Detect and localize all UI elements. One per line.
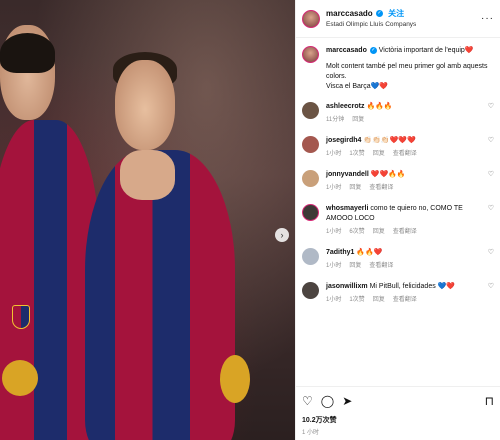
comment-username[interactable]: 7adithy1 (326, 249, 354, 256)
translate-button[interactable]: 查看翻译 (393, 151, 417, 157)
translate-button[interactable]: 查看翻译 (393, 229, 417, 235)
post-time: 1 小时 (302, 430, 320, 436)
follow-button[interactable]: 关注 (388, 9, 404, 18)
action-bar: ♡ ◯ ➤ ⊓ 10.2万次赞 1 小时 (296, 386, 500, 440)
comment-text: ❤️❤️🔥🔥 (370, 171, 406, 178)
comment-likes[interactable]: 1次赞 (349, 151, 364, 157)
caption-username[interactable]: marccasado (326, 47, 367, 54)
comment-text: 👏🏻👏🏻👏🏻❤️❤️❤️ (363, 137, 416, 144)
commenter-avatar[interactable] (302, 102, 319, 119)
comment-item: jasonwillixm Mi PitBull, felicidades 💙❤️… (302, 282, 494, 305)
commenter-avatar[interactable] (302, 248, 319, 265)
like-comment-icon[interactable]: ♡ (488, 204, 494, 212)
comment-item: ashleecrotz 🔥🔥🔥 11分钟 回复 ♡ (302, 102, 494, 125)
reply-button[interactable]: 回复 (373, 151, 385, 157)
comment-item: whosmayerli como te quiero no, COMO TE A… (302, 204, 494, 237)
comment-username[interactable]: whosmayerli (326, 205, 368, 212)
translate-button[interactable]: 查看翻译 (393, 297, 417, 303)
post-header: marccasado ✓ 关注 Estadi Olímpic Lluís Com… (296, 0, 500, 38)
caption-line: Molt content també pel meu primer gol am… (326, 63, 488, 80)
like-comment-icon[interactable]: ♡ (488, 170, 494, 178)
hands-kissing-crest (120, 150, 175, 200)
comment-text: 🔥🔥❤️ (356, 249, 383, 256)
comment-time: 11分钟 (326, 117, 345, 123)
reply-button[interactable]: 回复 (352, 117, 364, 123)
barca-crest (12, 305, 30, 329)
comment-item: jonnyvandell ❤️❤️🔥🔥 1小时 回复 查看翻译 ♡ (302, 170, 494, 193)
caption: marccasado ✓ Victòria important de l'equ… (302, 46, 494, 92)
comment-time: 1小时 (326, 151, 342, 157)
comment-time: 1小时 (326, 297, 342, 303)
reply-button[interactable]: 回复 (349, 185, 361, 191)
like-comment-icon[interactable]: ♡ (488, 282, 494, 290)
comments-list: marccasado ✓ Victòria important de l'equ… (296, 38, 500, 386)
comment-time: 1小时 (326, 263, 342, 269)
comment-likes[interactable]: 6次赞 (349, 229, 364, 235)
carousel-next-button[interactable]: › (275, 228, 289, 242)
instagram-post: › marccasado ✓ 关注 Estadi Olímpic Lluís C… (0, 0, 500, 440)
translate-button[interactable]: 查看翻译 (369, 185, 393, 191)
like-count[interactable]: 10.2万次赞 (302, 415, 494, 425)
comment-bubble-icon[interactable]: ◯ (321, 394, 334, 408)
comment-text: Mi PitBull, felicidades 💙❤️ (369, 283, 456, 290)
like-heart-icon[interactable]: ♡ (302, 394, 313, 408)
comment-username[interactable]: jasonwillixm (326, 283, 368, 290)
commenter-avatar[interactable] (302, 204, 319, 221)
verified-badge-icon: ✓ (369, 46, 377, 54)
verified-badge-icon: ✓ (375, 9, 383, 17)
reply-button[interactable]: 回复 (373, 297, 385, 303)
sponsor-logo (2, 360, 38, 396)
post-image: › (0, 0, 295, 440)
share-send-icon[interactable]: ➤ (342, 394, 352, 408)
post-location[interactable]: Estadi Olímpic Lluís Companys (326, 19, 416, 30)
author-avatar[interactable] (302, 46, 319, 63)
comment-username[interactable]: jonnyvandell (326, 171, 369, 178)
author-avatar[interactable] (302, 9, 320, 28)
commenter-avatar[interactable] (302, 170, 319, 187)
comment-item: 7adithy1 🔥🔥❤️ 1小时 回复 查看翻译 ♡ (302, 248, 494, 271)
like-comment-icon[interactable]: ♡ (488, 102, 494, 110)
reply-button[interactable]: 回复 (373, 229, 385, 235)
comment-text: 🔥🔥🔥 (366, 103, 393, 110)
commenter-avatar[interactable] (302, 136, 319, 153)
comment-item: josegirdh4 👏🏻👏🏻👏🏻❤️❤️❤️ 1小时 1次赞 回复 查看翻译 ♡ (302, 136, 494, 159)
caption-title: Victòria important de l'equip❤️ (378, 47, 474, 54)
player-right-head (115, 60, 175, 150)
comment-likes[interactable]: 1次赞 (349, 297, 364, 303)
author-username[interactable]: marccasado (326, 9, 373, 18)
like-comment-icon[interactable]: ♡ (488, 136, 494, 144)
translate-button[interactable]: 查看翻译 (369, 263, 393, 269)
sponsor-logo (220, 355, 250, 403)
more-options-icon[interactable]: ··· (481, 13, 494, 24)
reply-button[interactable]: 回复 (349, 263, 361, 269)
caption-line: Visca el Barça💙❤️ (326, 83, 389, 90)
post-sidebar: marccasado ✓ 关注 Estadi Olímpic Lluís Com… (295, 0, 500, 440)
comment-time: 1小时 (326, 229, 342, 235)
bookmark-icon[interactable]: ⊓ (485, 394, 494, 408)
comment-time: 1小时 (326, 185, 342, 191)
comment-username[interactable]: josegirdh4 (326, 137, 361, 144)
comment-username[interactable]: ashleecrotz (326, 103, 365, 110)
commenter-avatar[interactable] (302, 282, 319, 299)
player-left-head (0, 25, 55, 120)
like-comment-icon[interactable]: ♡ (488, 248, 494, 256)
